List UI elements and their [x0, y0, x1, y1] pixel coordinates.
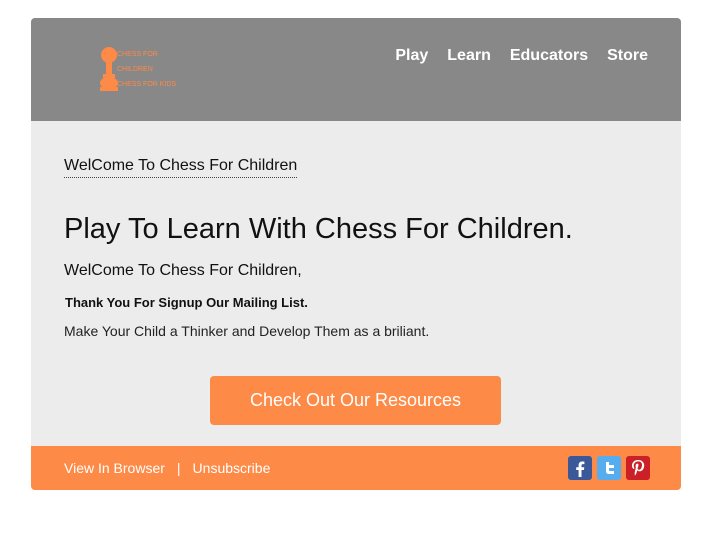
email-card: CHESS FOR CHILDREN CHESS FOR KIDS Play L… — [31, 18, 681, 490]
main-nav: Play Learn Educators Store — [395, 47, 648, 65]
header: CHESS FOR CHILDREN CHESS FOR KIDS Play L… — [31, 18, 681, 121]
view-in-browser-link[interactable]: View In Browser — [64, 460, 165, 476]
tagline: Make Your Child a Thinker and Develop Th… — [64, 323, 430, 339]
nav-learn[interactable]: Learn — [447, 47, 491, 65]
logo-text-line1: CHESS FOR — [117, 51, 158, 58]
headline: Play To Learn With Chess For Children. — [64, 213, 573, 245]
footer: View In Browser | Unsubscribe — [31, 446, 681, 490]
welcome-heading: WelCome To Chess For Children — [64, 157, 298, 178]
check-out-resources-button[interactable]: Check Out Our Resources — [210, 376, 501, 425]
logo-text-line3: CHESS FOR KIDS — [117, 81, 176, 88]
greeting: WelCome To Chess For Children, — [64, 262, 302, 279]
pinterest-icon[interactable] — [626, 456, 650, 480]
thanks-message: Thank You For Signup Our Mailing List. — [65, 295, 308, 310]
logo-text-line2: CHILDREN — [117, 66, 153, 73]
nav-store[interactable]: Store — [607, 47, 648, 65]
social-links — [568, 456, 650, 480]
nav-educators[interactable]: Educators — [510, 47, 588, 65]
twitter-icon[interactable] — [597, 456, 621, 480]
logo[interactable]: CHESS FOR CHILDREN CHESS FOR KIDS — [97, 46, 177, 92]
unsubscribe-link[interactable]: Unsubscribe — [193, 460, 271, 476]
footer-separator: | — [176, 460, 181, 476]
nav-play[interactable]: Play — [395, 47, 428, 65]
facebook-icon[interactable] — [568, 456, 592, 480]
footer-links: View In Browser | Unsubscribe — [64, 460, 270, 476]
